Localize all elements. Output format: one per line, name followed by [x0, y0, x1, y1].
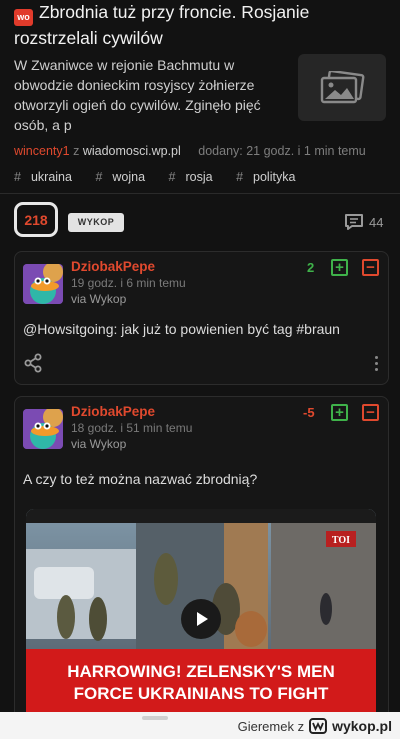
watermark-bar: Gieremek z wykop.pl — [0, 712, 400, 739]
image-placeholder-icon — [320, 70, 365, 103]
via-prefix: z — [73, 144, 80, 158]
mention-link[interactable]: @Howsitgoing — [23, 321, 113, 337]
comment-count: 44 — [369, 214, 384, 230]
post-title-text[interactable]: Zbrodnia tuż przy froncie. Rosjanie rozs… — [14, 2, 309, 48]
upvote-button[interactable]: + — [331, 259, 348, 276]
comment-author[interactable]: DziobakPepe — [71, 259, 155, 274]
avatar[interactable] — [23, 264, 63, 304]
downvote-button[interactable]: − — [362, 259, 379, 276]
divider — [0, 193, 400, 194]
minus-icon: − — [366, 404, 375, 421]
post-title[interactable]: wo Zbrodnia tuż przy froncie. Rosjanie ro… — [14, 0, 384, 50]
play-button[interactable] — [181, 599, 221, 639]
drag-handle — [142, 716, 168, 720]
post-lead: W Zwaniwce w rejonie Bachmutu w obwodzie… — [14, 57, 261, 133]
wykop-button[interactable]: WYKOP — [68, 213, 124, 232]
video-embed[interactable]: TOI HARROWING! ZELENSKY'S MEN FORCE UKRA… — [26, 509, 376, 712]
avatar[interactable] — [23, 409, 63, 449]
comment-card: DziobakPepe 19 godz. i 6 min temu via Wy… — [14, 251, 389, 385]
tag-ukraina[interactable]: # ukraina — [14, 170, 82, 184]
comment-icon — [345, 214, 363, 230]
tag-wojna[interactable]: # wojna — [95, 170, 155, 184]
post-thumbnail[interactable] — [298, 54, 386, 121]
comment-score: 2 — [307, 260, 315, 275]
share-button[interactable] — [23, 353, 43, 378]
comment-via: via Wykop — [71, 292, 127, 306]
upvote-button[interactable]: + — [331, 404, 348, 421]
downvote-button[interactable]: − — [362, 404, 379, 421]
minus-icon: − — [366, 259, 375, 276]
post-source[interactable]: wiadomosci.wp.pl — [83, 144, 181, 158]
plus-icon: + — [335, 404, 344, 421]
comment-text: A czy to też można nazwać zbrodnią? — [23, 471, 258, 487]
post-added-time: dodany: 21 godz. i 1 min temu — [198, 144, 366, 158]
credit-prefix: Gieremek z — [237, 718, 305, 734]
comment-score: -5 — [303, 405, 315, 420]
more-options-icon[interactable] — [375, 356, 378, 371]
mobile-screen: wo Zbrodnia tuż przy froncie. Rosjanie ro… — [0, 0, 400, 712]
play-icon — [197, 612, 208, 626]
plus-icon: + — [335, 259, 344, 276]
post-author[interactable]: wincenty1 — [14, 144, 70, 158]
tag-rosja[interactable]: # rosja — [169, 170, 223, 184]
comment-time: 19 godz. i 6 min temu — [71, 276, 186, 290]
post-meta: wincenty1 z wiadomosci.wp.pl dodany: 21 … — [14, 144, 366, 158]
comment-card: DziobakPepe 18 godz. i 51 min temu via W… — [14, 396, 389, 712]
wykop-logo-icon — [309, 718, 328, 734]
share-icon — [24, 353, 42, 373]
wykop-logo-text: wykop.pl — [332, 718, 392, 734]
tag-list: # ukraina # wojna # rosja # polityka — [14, 170, 315, 184]
video-banner-line2: FORCE UKRAINIANS TO FIGHT — [74, 684, 329, 703]
source-badge-icon: wo — [14, 9, 33, 26]
vote-count[interactable]: 218 — [14, 202, 58, 237]
video-logo: TOI — [332, 535, 350, 546]
watermark-credit: Gieremek z wykop.pl — [238, 718, 392, 734]
tag-polityka[interactable]: # polityka — [236, 170, 305, 184]
comment-author[interactable]: DziobakPepe — [71, 404, 155, 419]
comment-time: 18 godz. i 51 min temu — [71, 421, 193, 435]
comment-text: @Howsitgoing: jak już to powienien być t… — [23, 321, 340, 337]
video-banner-line1: HARROWING! ZELENSKY'S MEN — [67, 662, 335, 681]
comment-via: via Wykop — [71, 437, 127, 451]
comments-button[interactable]: 44 — [344, 213, 383, 231]
